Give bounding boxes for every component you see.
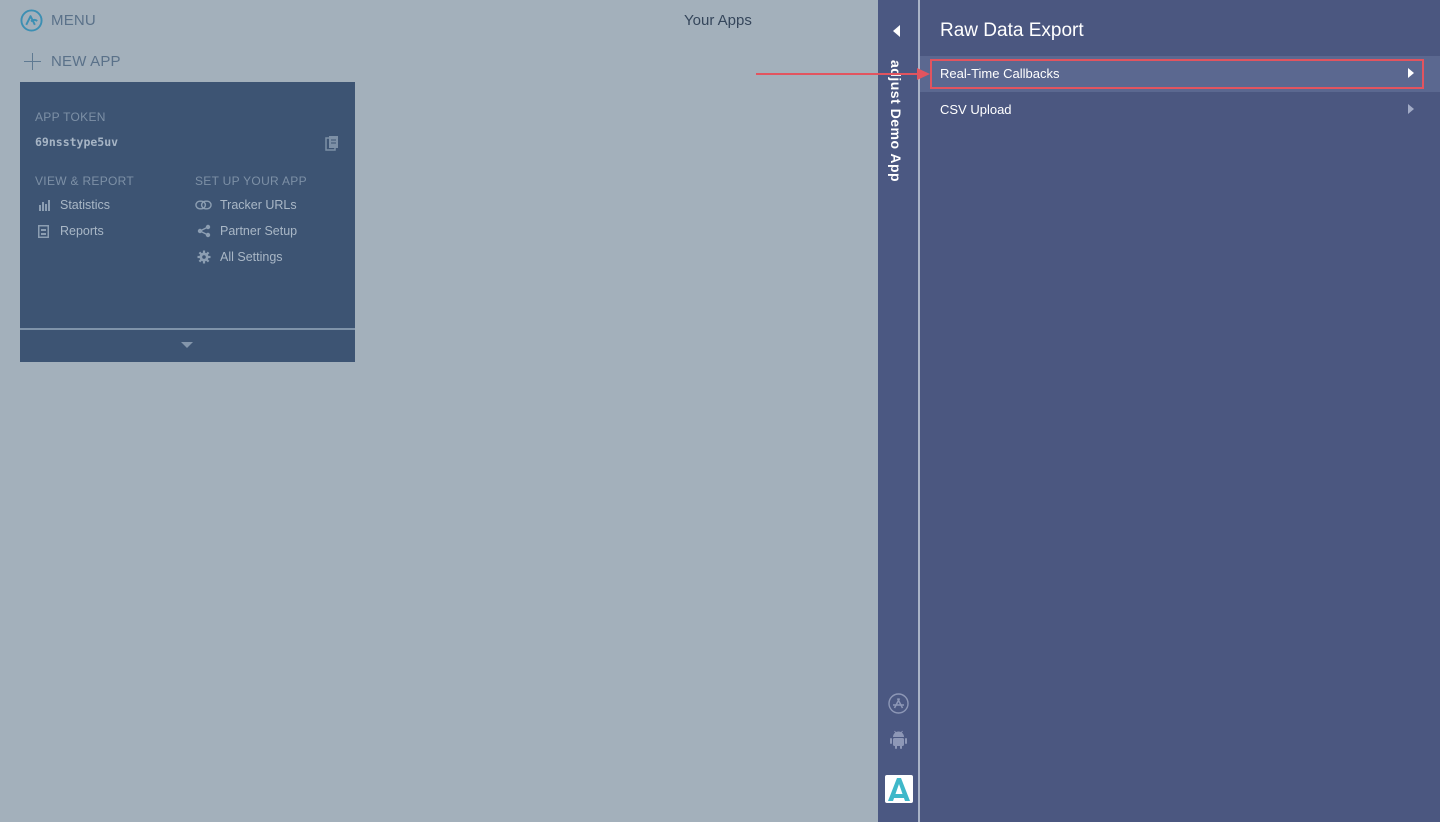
app-token-label: APP TOKEN — [35, 110, 106, 124]
annotation-arrow-line — [756, 73, 920, 75]
new-app-label: NEW APP — [51, 53, 121, 70]
panel-title: Raw Data Export — [940, 20, 1084, 41]
real-time-callbacks-item[interactable]: Real-Time Callbacks — [920, 56, 1440, 92]
reports-link[interactable]: Reports — [35, 224, 104, 238]
setup-title: SET UP YOUR APP — [195, 174, 307, 188]
expand-card-button[interactable] — [20, 330, 355, 362]
statistics-label: Statistics — [60, 198, 111, 212]
report-icon — [35, 224, 52, 238]
reports-label: Reports — [60, 224, 104, 238]
app-store-icon[interactable] — [888, 693, 909, 714]
tracker-urls-link[interactable]: Tracker URLs — [195, 198, 297, 212]
chevron-right-icon — [1408, 68, 1414, 78]
link-icon — [195, 198, 212, 212]
app-card-body: APP TOKEN 69nsstype5uv VIEW & REPORT SET… — [20, 82, 355, 328]
annotation-arrow-head — [917, 68, 930, 80]
app-name-vertical: adjust Demo App — [888, 60, 904, 183]
bar-chart-icon — [35, 198, 52, 212]
all-settings-label: All Settings — [220, 250, 283, 264]
page-title: Your Apps — [684, 12, 752, 29]
app-token-value: 69nsstype5uv — [35, 135, 119, 149]
menu-button[interactable]: MENU — [20, 9, 96, 32]
adjust-logo-icon — [20, 9, 43, 32]
chevron-right-icon — [1408, 104, 1414, 114]
new-app-button[interactable]: NEW APP — [24, 53, 121, 70]
partner-setup-label: Partner Setup — [220, 224, 298, 238]
csv-upload-label: CSV Upload — [940, 102, 1012, 117]
view-report-title: VIEW & REPORT — [35, 174, 135, 188]
statistics-link[interactable]: Statistics — [35, 198, 110, 212]
gear-icon — [195, 250, 212, 264]
partner-setup-link[interactable]: Partner Setup — [195, 224, 297, 238]
menu-label: MENU — [51, 12, 96, 29]
real-time-callbacks-label: Real-Time Callbacks — [940, 66, 1060, 81]
android-icon[interactable] — [888, 729, 909, 750]
app-card: APP TOKEN 69nsstype5uv VIEW & REPORT SET… — [20, 82, 355, 362]
share-icon — [195, 224, 212, 238]
plus-icon — [24, 53, 41, 70]
tracker-urls-label: Tracker URLs — [220, 198, 297, 212]
chevron-down-icon — [181, 342, 193, 348]
collapse-panel-icon[interactable] — [893, 25, 900, 37]
csv-upload-item[interactable]: CSV Upload — [920, 92, 1440, 128]
clipboard-icon[interactable] — [325, 135, 339, 151]
all-settings-link[interactable]: All Settings — [195, 250, 283, 264]
adjust-logo-icon — [885, 775, 913, 803]
raw-data-export-panel: Raw Data Export Real-Time Callbacks CSV … — [920, 0, 1440, 822]
